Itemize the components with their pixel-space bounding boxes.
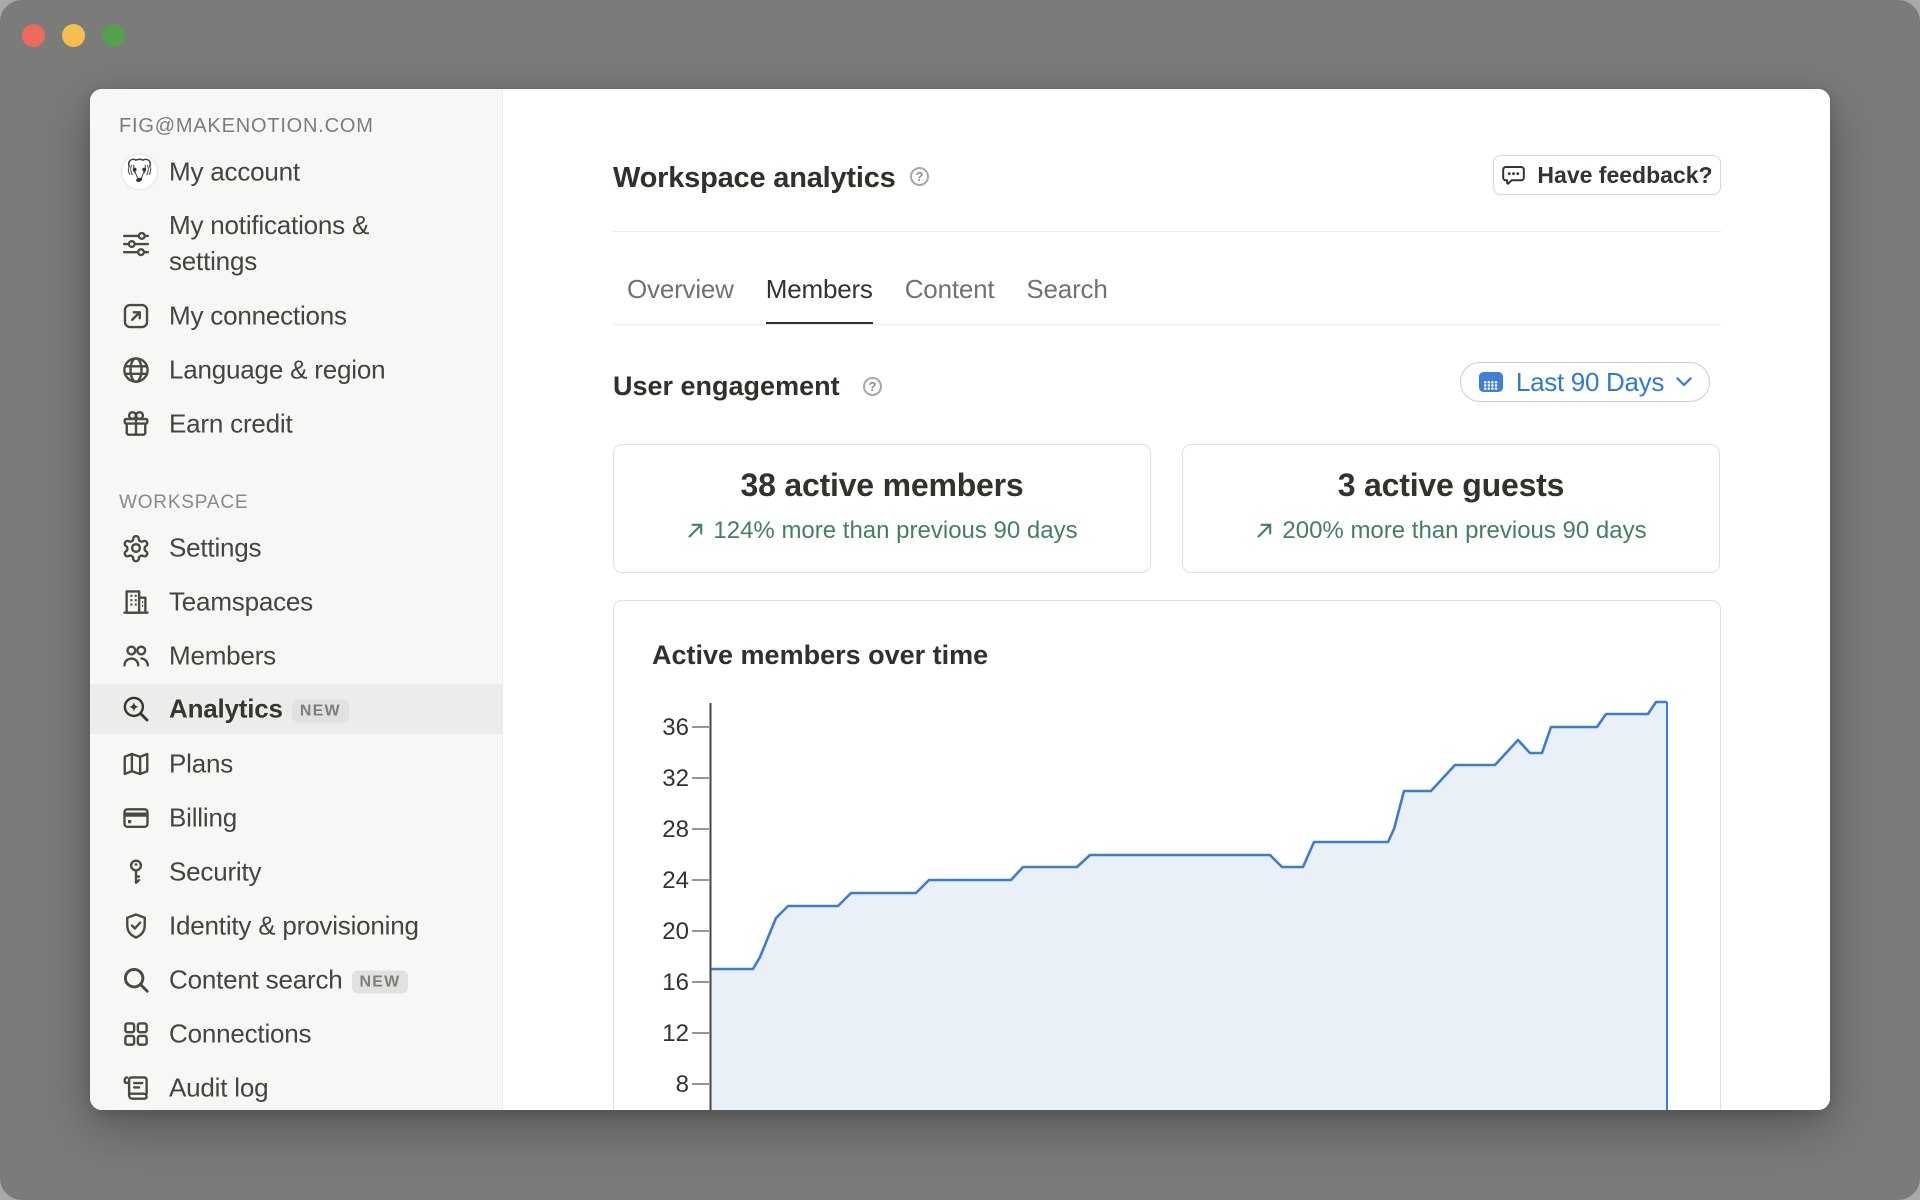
svg-text:16: 16 xyxy=(662,969,689,996)
svg-text:32: 32 xyxy=(662,765,689,792)
svg-text:20: 20 xyxy=(662,918,689,945)
svg-text:36: 36 xyxy=(662,714,689,741)
svg-text:8: 8 xyxy=(676,1071,689,1098)
svg-text:28: 28 xyxy=(662,816,689,843)
svg-text:12: 12 xyxy=(662,1020,689,1047)
svg-text:24: 24 xyxy=(662,867,689,894)
